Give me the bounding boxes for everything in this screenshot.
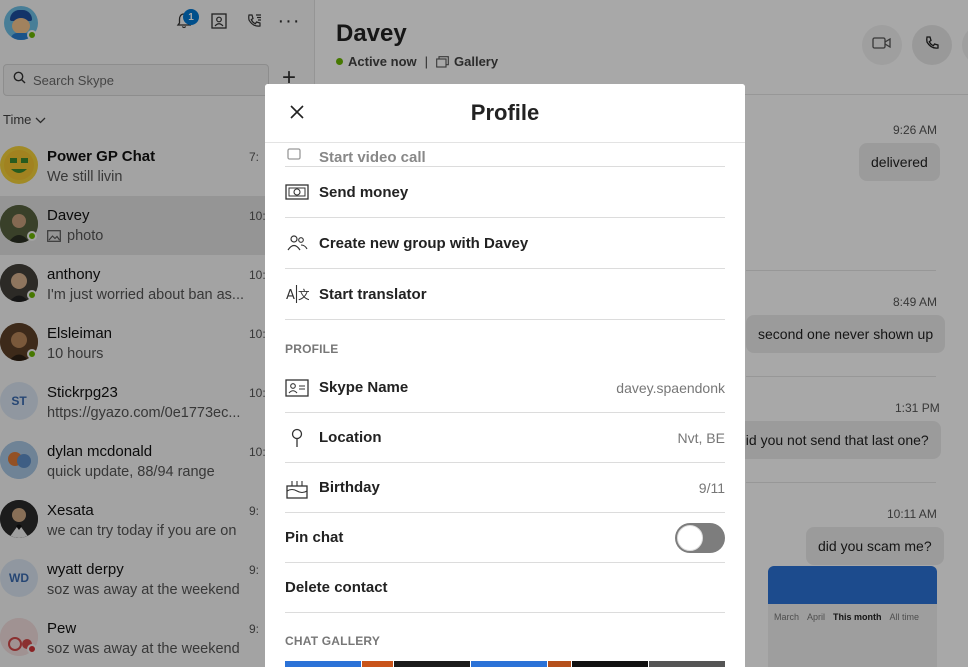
delete-contact-row[interactable]: Delete contact [285, 563, 725, 613]
birthday-label: Birthday [319, 479, 380, 496]
gallery-thumbnail[interactable] [571, 661, 648, 667]
skype-name-value: davey.spaendonk [616, 379, 725, 396]
svg-text:A: A [286, 288, 295, 303]
profile-modal: Profile Start video call Send money Crea… [265, 84, 745, 667]
gallery-thumbnail[interactable] [362, 661, 393, 667]
create-group-row[interactable]: Create new group with Davey [285, 218, 725, 269]
gallery-thumbnail[interactable] [470, 661, 547, 667]
start-video-call-label: Start video call [319, 149, 426, 166]
chat-gallery-section-title: CHAT GALLERY [285, 634, 381, 648]
location-value: Nvt, BE [677, 429, 725, 446]
create-group-label: Create new group with Davey [319, 234, 529, 252]
skype-name-row[interactable]: Skype Name davey.spaendonk [285, 363, 725, 413]
birthday-value: 9/11 [698, 479, 725, 496]
svg-text:文: 文 [298, 287, 309, 302]
id-card-icon [285, 376, 309, 400]
profile-options: Start video call Send money Create new g… [285, 143, 725, 655]
translator-icon: A文 [285, 282, 309, 306]
location-row[interactable]: Location Nvt, BE [285, 413, 725, 463]
gallery-thumbnail[interactable] [393, 661, 470, 667]
video-camera-icon [285, 143, 309, 166]
modal-header: Profile [265, 84, 745, 143]
pin-chat-toggle[interactable] [675, 522, 725, 553]
skype-name-label: Skype Name [319, 379, 409, 396]
gallery-thumbnail[interactable] [285, 661, 362, 667]
gallery-thumbnail[interactable] [648, 661, 725, 667]
location-pin-icon [285, 426, 309, 450]
profile-section-title: PROFILE [285, 342, 339, 356]
location-label: Location [319, 429, 382, 446]
chat-gallery-strip [285, 661, 725, 667]
start-translator-label: Start translator [319, 285, 427, 303]
gallery-thumbnail[interactable] [547, 661, 571, 667]
send-money-label: Send money [319, 183, 409, 201]
start-translator-row[interactable]: A文 Start translator [285, 269, 725, 320]
toggle-knob [677, 524, 703, 551]
birthday-cake-icon [285, 476, 309, 500]
delete-contact-label: Delete contact [285, 579, 388, 596]
start-video-call-row[interactable]: Start video call [285, 143, 725, 167]
birthday-row[interactable]: Birthday 9/11 [285, 463, 725, 513]
add-people-icon [285, 231, 309, 255]
pin-chat-label: Pin chat [285, 529, 344, 546]
money-icon [285, 180, 309, 204]
pin-chat-row: Pin chat [285, 513, 725, 563]
send-money-row[interactable]: Send money [285, 167, 725, 218]
modal-title: Profile [470, 100, 540, 125]
